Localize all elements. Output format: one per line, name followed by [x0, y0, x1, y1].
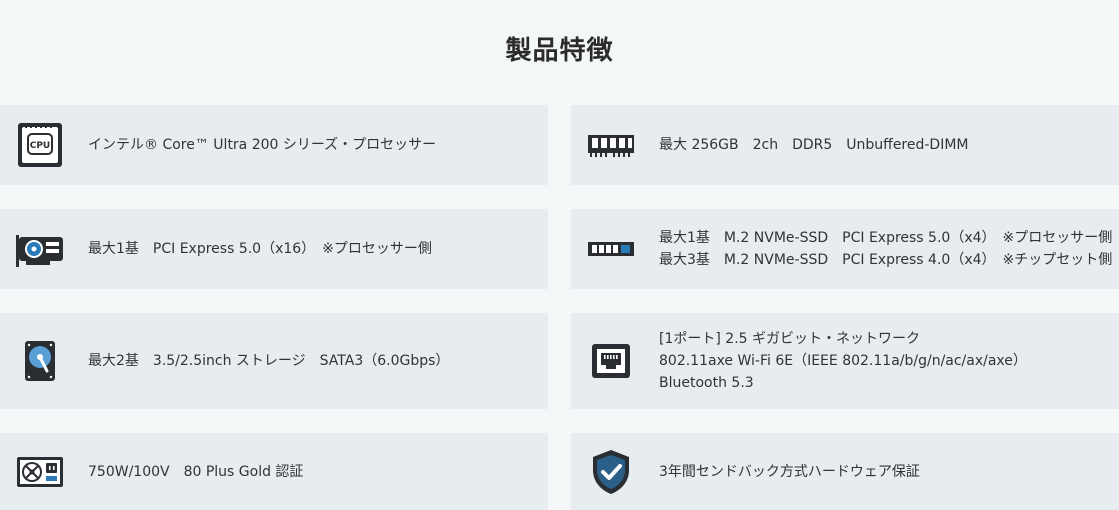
feature-card-warranty: 3年間センドバック方式ハードウェア保証 — [571, 433, 1119, 510]
feature-card-memory: 最大 256GB 2ch DDR5 Unbuffered-DIMM — [571, 105, 1119, 185]
gpu-spec: 最大1基 PCI Express 5.0（x16） ※プロセッサー側 — [88, 241, 432, 257]
network-spec: [1ポート] 2.5 ギガビット・ネットワーク 802.11axe Wi-Fi … — [659, 331, 1027, 391]
memory-spec: 最大 256GB 2ch DDR5 Unbuffered-DIMM — [659, 137, 969, 153]
feature-card-psu: 750W/100V 80 Plus Gold 認証 — [0, 433, 548, 510]
feature-card-gpu: 最大1基 PCI Express 5.0（x16） ※プロセッサー側 — [0, 209, 548, 289]
ssd-spec: 最大1基 M.2 NVMe-SSD PCI Express 5.0（x4） ※プ… — [659, 230, 1113, 268]
power-supply-icon — [16, 448, 64, 496]
hdd-spec: 最大2基 3.5/2.5inch ストレージ SATA3（6.0Gbps） — [88, 353, 450, 369]
memory-icon — [587, 121, 635, 169]
psu-spec: 750W/100V 80 Plus Gold 認証 — [88, 463, 304, 480]
shield-check-icon — [587, 448, 635, 496]
network-port-icon — [587, 337, 635, 385]
warranty-spec: 3年間センドバック方式ハードウェア保証 — [659, 463, 920, 480]
feature-card-ssd: 最大1基 M.2 NVMe-SSD PCI Express 5.0（x4） ※プ… — [571, 209, 1119, 289]
cpu-spec: インテル® Core™ Ultra 200 シリーズ・プロセッサー — [88, 137, 437, 153]
hard-disk-icon — [16, 337, 64, 385]
section-title: 製品特徴 — [505, 36, 614, 66]
feature-card-network: [1ポート] 2.5 ギガビット・ネットワーク 802.11axe Wi-Fi … — [571, 313, 1119, 409]
feature-card-hdd: 最大2基 3.5/2.5inch ストレージ SATA3（6.0Gbps） — [0, 313, 548, 409]
graphics-card-icon — [16, 225, 64, 273]
cpu-icon: CPU — [16, 121, 64, 169]
feature-card-cpu: CPU インテル® Core™ Ultra 200 シリーズ・プロセッサー — [0, 105, 548, 185]
svg-text:CPU: CPU — [30, 141, 51, 151]
ssd-icon — [587, 225, 635, 273]
